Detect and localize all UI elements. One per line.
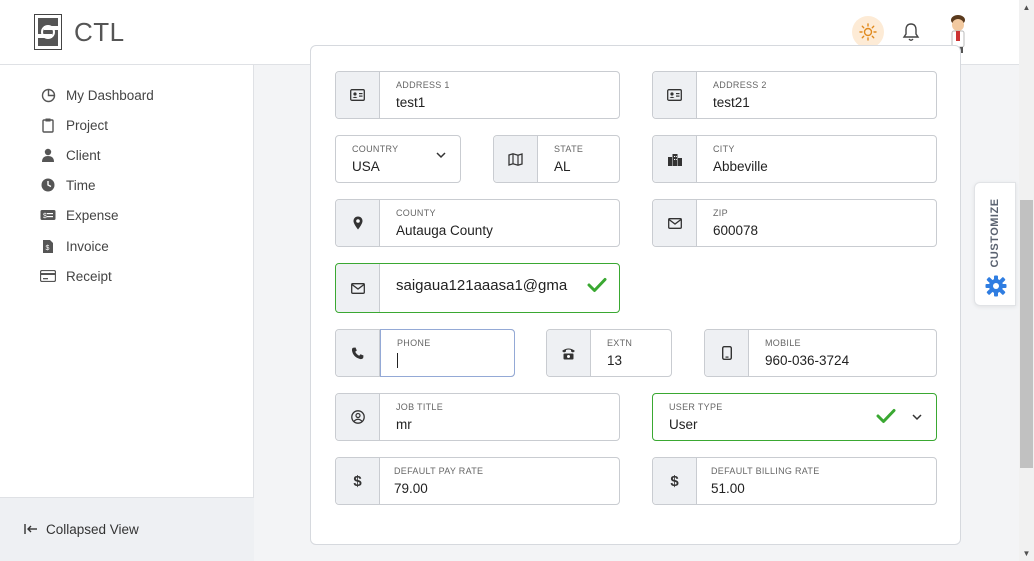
country-select[interactable]: COUNTRY USA bbox=[335, 135, 461, 183]
sidebar-item-dashboard[interactable]: My Dashboard bbox=[40, 85, 154, 105]
dollar-icon: $ bbox=[653, 458, 697, 504]
sidebar-item-invoice[interactable]: $ Invoice bbox=[40, 236, 109, 256]
address-card-icon bbox=[653, 72, 697, 118]
money-icon: $ bbox=[40, 207, 56, 223]
envelope-icon bbox=[336, 264, 380, 312]
location-pin-icon bbox=[336, 200, 380, 246]
valid-check-icon bbox=[876, 409, 896, 423]
sidebar-item-label: Invoice bbox=[66, 238, 109, 254]
theme-toggle-button[interactable] bbox=[852, 16, 884, 48]
sidebar: My Dashboard Project Client Time $ Expen… bbox=[0, 65, 254, 561]
sidebar-item-project[interactable]: Project bbox=[40, 115, 108, 135]
customize-panel-toggle[interactable]: CUSTOMIZE bbox=[974, 182, 1016, 306]
user-type-select[interactable]: USER TYPE User bbox=[652, 393, 937, 441]
address1-input[interactable]: test1 bbox=[396, 95, 619, 110]
address2-input[interactable]: test21 bbox=[713, 95, 936, 110]
collapse-view-button[interactable]: Collapsed View bbox=[0, 497, 254, 561]
phone-label: PHONE bbox=[397, 338, 431, 348]
sidebar-item-client[interactable]: Client bbox=[40, 145, 101, 165]
user-circle-icon bbox=[336, 394, 380, 440]
clipboard-icon bbox=[40, 117, 56, 133]
pay-rate-label: DEFAULT PAY RATE bbox=[394, 466, 484, 476]
scrollbar-thumb[interactable] bbox=[1020, 200, 1033, 468]
county-field[interactable]: COUNTY Autauga County bbox=[335, 199, 620, 247]
bell-icon bbox=[902, 23, 920, 41]
pay-rate-field[interactable]: $ DEFAULT PAY RATE 79.00 bbox=[335, 457, 620, 505]
sidebar-item-label: Client bbox=[66, 147, 101, 163]
zip-input[interactable]: 600078 bbox=[713, 223, 936, 238]
mobile-field[interactable]: MOBILE 960-036-3724 bbox=[704, 329, 937, 377]
address1-label: ADDRESS 1 bbox=[396, 80, 450, 90]
extn-field[interactable]: EXTN 13 bbox=[546, 329, 672, 377]
customize-label: CUSTOMIZE bbox=[989, 198, 1001, 268]
sidebar-item-label: Time bbox=[66, 177, 96, 193]
billing-rate-input[interactable]: 51.00 bbox=[711, 481, 936, 496]
brand-name: CTL bbox=[74, 17, 125, 47]
extn-input[interactable]: 13 bbox=[607, 353, 671, 368]
city-label: CITY bbox=[713, 144, 735, 154]
envelope-icon bbox=[653, 200, 697, 246]
svg-text:$: $ bbox=[43, 213, 47, 220]
job-title-input[interactable]: mr bbox=[396, 417, 619, 432]
sidebar-item-expense[interactable]: $ Expense bbox=[40, 205, 119, 225]
address2-field[interactable]: ADDRESS 2 test21 bbox=[652, 71, 937, 119]
sidebar-item-label: Expense bbox=[66, 207, 119, 223]
clock-icon bbox=[40, 177, 56, 193]
address2-label: ADDRESS 2 bbox=[713, 80, 767, 90]
scroll-down-arrow-icon[interactable]: ▼ bbox=[1019, 546, 1034, 561]
dollar-icon: $ bbox=[336, 458, 380, 504]
map-icon bbox=[494, 136, 538, 182]
mobile-icon bbox=[705, 330, 749, 376]
desk-phone-icon bbox=[547, 330, 591, 376]
collapse-view-label: Collapsed View bbox=[46, 522, 139, 537]
state-input[interactable]: AL bbox=[554, 159, 619, 174]
mobile-label: MOBILE bbox=[765, 338, 801, 348]
extn-label: EXTN bbox=[607, 338, 633, 348]
email-input[interactable]: saigaua121aaasa1@gma bbox=[396, 277, 576, 294]
dashboard-icon bbox=[40, 87, 56, 103]
valid-check-icon bbox=[587, 278, 607, 292]
job-title-field[interactable]: JOB TITLE mr bbox=[335, 393, 620, 441]
billing-rate-field[interactable]: $ DEFAULT BILLING RATE 51.00 bbox=[652, 457, 937, 505]
sun-icon bbox=[859, 23, 877, 41]
zip-label: ZIP bbox=[713, 208, 728, 218]
email-field[interactable]: saigaua121aaasa1@gma bbox=[335, 263, 620, 313]
state-field[interactable]: STATE AL bbox=[493, 135, 620, 183]
sidebar-item-time[interactable]: Time bbox=[40, 175, 96, 195]
mobile-input[interactable]: 960-036-3724 bbox=[765, 353, 936, 368]
gear-icon bbox=[985, 275, 1007, 297]
svg-text:$: $ bbox=[46, 245, 50, 252]
ctl-logo[interactable] bbox=[34, 14, 62, 50]
notifications-button[interactable] bbox=[898, 18, 924, 46]
chevron-down-icon bbox=[436, 152, 446, 159]
user-form-card: ADDRESS 1 test1 ADDRESS 2 test21 COUNTRY… bbox=[310, 45, 961, 545]
phone-field[interactable]: PHONE bbox=[335, 329, 515, 377]
phone-input[interactable] bbox=[397, 353, 398, 368]
country-value: USA bbox=[352, 159, 380, 174]
state-label: STATE bbox=[554, 144, 584, 154]
collapse-left-icon bbox=[24, 522, 38, 538]
address-card-icon bbox=[336, 72, 380, 118]
county-input[interactable]: Autauga County bbox=[396, 223, 619, 238]
job-title-label: JOB TITLE bbox=[396, 402, 444, 412]
sidebar-item-label: Project bbox=[66, 117, 109, 133]
city-buildings-icon bbox=[653, 136, 697, 182]
chevron-down-icon[interactable] bbox=[912, 414, 922, 421]
zip-field[interactable]: ZIP 600078 bbox=[652, 199, 937, 247]
pay-rate-input[interactable]: 79.00 bbox=[394, 481, 619, 496]
invoice-icon: $ bbox=[40, 238, 56, 254]
sidebar-item-label: My Dashboard bbox=[66, 87, 154, 103]
county-label: COUNTY bbox=[396, 208, 436, 218]
user-icon bbox=[40, 147, 56, 163]
city-input[interactable]: Abbeville bbox=[713, 159, 936, 174]
billing-rate-label: DEFAULT BILLING RATE bbox=[711, 466, 820, 476]
sidebar-item-label: Receipt bbox=[66, 268, 112, 284]
address1-field[interactable]: ADDRESS 1 test1 bbox=[335, 71, 620, 119]
receipt-icon bbox=[40, 268, 56, 284]
scroll-up-arrow-icon[interactable]: ▲ bbox=[1019, 0, 1034, 15]
city-field[interactable]: CITY Abbeville bbox=[652, 135, 937, 183]
sidebar-item-receipt[interactable]: Receipt bbox=[40, 266, 112, 286]
phone-icon bbox=[336, 330, 380, 376]
main-content: ADDRESS 1 test1 ADDRESS 2 test21 COUNTRY… bbox=[254, 45, 1019, 561]
